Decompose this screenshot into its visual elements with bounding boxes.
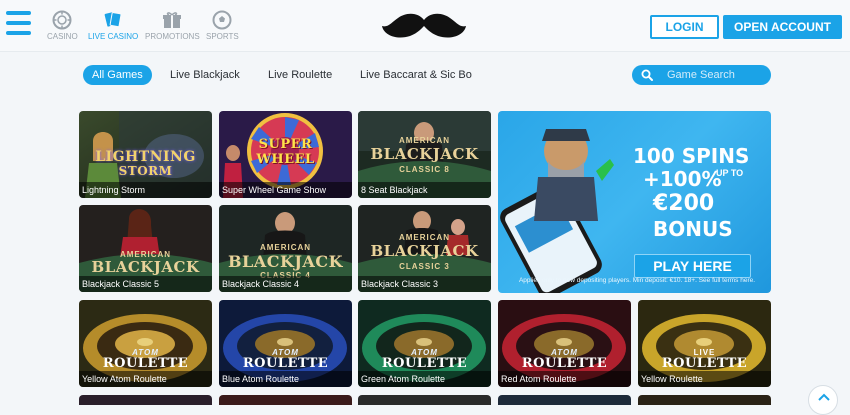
wheel-logo-text: WHEEL [256, 152, 315, 167]
roulette-logo-text: ROULETTE [661, 356, 748, 371]
login-button[interactable]: LOGIN [650, 15, 719, 39]
chip-icon [52, 10, 72, 30]
top-navigation-bar: CASINO LIVE CASINO PROMOTIONS SPORTS LOG… [0, 0, 850, 52]
american-text: AMERICAN [259, 243, 312, 252]
game-tile-blackjack-classic-4[interactable]: AMERICAN BLACKJACK CLASSIC 4 Blackjack C… [219, 205, 352, 292]
game-caption: Lightning Storm [79, 182, 212, 198]
blackjack-logo-text: BLACKJACK [228, 252, 343, 271]
game-search-input[interactable]: Game Search [632, 65, 771, 85]
classic-8-text: CLASSIC 8 [399, 165, 450, 174]
game-caption: Yellow Roulette [638, 371, 771, 387]
promo-amount: €200 [653, 191, 715, 216]
roulette-logo-text: ROULETTE [242, 356, 329, 371]
promo-percent: +100% [643, 167, 722, 191]
game-caption: Blackjack Classic 3 [358, 276, 491, 292]
game-caption: Super Wheel Game Show [219, 182, 352, 198]
scroll-to-top-button[interactable] [808, 385, 838, 415]
storm-logo-text: STORM [118, 164, 173, 178]
promo-up-to: UP TO [716, 168, 744, 178]
promo-terms[interactable]: Applies only to new depositing players. … [506, 277, 768, 285]
roulette-logo-text: ROULETTE [102, 356, 189, 371]
game-caption: Blackjack Classic 5 [79, 276, 212, 292]
game-tile-super-wheel[interactable]: SUPER WHEEL Super Wheel Game Show [219, 111, 352, 198]
game-tile-lightning-storm[interactable]: LIGHTNING STORM Lightning Storm [79, 111, 212, 198]
game-tile-blackjack-classic-3[interactable]: AMERICAN BLACKJACK CLASSIC 3 Blackjack C… [358, 205, 491, 292]
game-tile-green-atom-roulette[interactable]: ATOM ROULETTE Green Atom Roulette [358, 300, 491, 387]
american-text: AMERICAN [398, 233, 451, 242]
search-icon [641, 69, 653, 81]
nav-casino-label: CASINO [47, 32, 78, 41]
promo-spins: 100 SPINS [633, 144, 750, 168]
nav-sports[interactable]: SPORTS [206, 10, 239, 41]
nav-promotions-label: PROMOTIONS [145, 32, 200, 41]
tab-live-roulette[interactable]: Live Roulette [268, 65, 332, 85]
search-placeholder: Game Search [667, 69, 735, 81]
mustache-logo[interactable] [380, 10, 468, 42]
nav-promotions[interactable]: PROMOTIONS [145, 10, 200, 41]
open-account-button[interactable]: OPEN ACCOUNT [723, 15, 842, 39]
game-caption: Blue Atom Roulette [219, 371, 352, 387]
promo-bonus: BONUS [653, 217, 733, 241]
tab-live-baccarat-sic-bo[interactable]: Live Baccarat & Sic Bo [360, 65, 472, 85]
game-tile-yellow-roulette[interactable]: LIVE ROULETTE Yellow Roulette [638, 300, 771, 387]
super-logo-text: SUPER [258, 137, 313, 152]
game-tile-red-atom-roulette[interactable]: ATOM ROULETTE Red Atom Roulette [498, 300, 631, 387]
american-text: AMERICAN [398, 136, 451, 145]
game-tile-blackjack-classic-5[interactable]: AMERICAN BLACKJACK Blackjack Classic 5 [79, 205, 212, 292]
game-tile-8-seat-blackjack[interactable]: AMERICAN BLACKJACK CLASSIC 8 8 Seat Blac… [358, 111, 491, 198]
next-row-tiles [79, 395, 771, 405]
tab-live-blackjack[interactable]: Live Blackjack [170, 65, 240, 85]
game-tile-yellow-atom-roulette[interactable]: ATOM ROULETTE Yellow Atom Roulette [79, 300, 212, 387]
game-caption: Red Atom Roulette [498, 371, 631, 387]
game-caption: Blackjack Classic 4 [219, 276, 352, 292]
nav-live-casino[interactable]: LIVE CASINO [88, 10, 138, 41]
roulette-logo-text: ROULETTE [381, 356, 468, 371]
blackjack-logo-text: BLACKJACK [91, 258, 200, 276]
game-tile-blue-atom-roulette[interactable]: ATOM ROULETTE Blue Atom Roulette [219, 300, 352, 387]
hamburger-menu-icon[interactable] [6, 11, 31, 39]
cards-icon [104, 12, 122, 28]
game-caption: Green Atom Roulette [358, 371, 491, 387]
soccer-ball-icon [212, 10, 232, 30]
nav-sports-label: SPORTS [206, 32, 239, 41]
gift-icon [163, 12, 182, 28]
play-here-button[interactable]: PLAY HERE [634, 254, 751, 278]
promo-banner[interactable]: 100 SPINS +100% UP TO €200 BONUS PLAY HE… [498, 111, 771, 293]
chevron-up-icon [818, 393, 830, 401]
blackjack-logo-text: BLACKJACK [370, 242, 479, 260]
nav-live-casino-label: LIVE CASINO [88, 32, 139, 41]
blackjack-logo-text: BLACKJACK [370, 145, 479, 163]
roulette-logo-text: ROULETTE [521, 356, 608, 371]
nav-casino[interactable]: CASINO [47, 10, 78, 41]
game-caption: 8 Seat Blackjack [358, 182, 491, 198]
game-caption: Yellow Atom Roulette [79, 371, 212, 387]
tab-all-games[interactable]: All Games [83, 65, 152, 85]
lightning-logo-text: LIGHTNING [95, 149, 196, 165]
classic-3-text: CLASSIC 3 [399, 262, 450, 271]
